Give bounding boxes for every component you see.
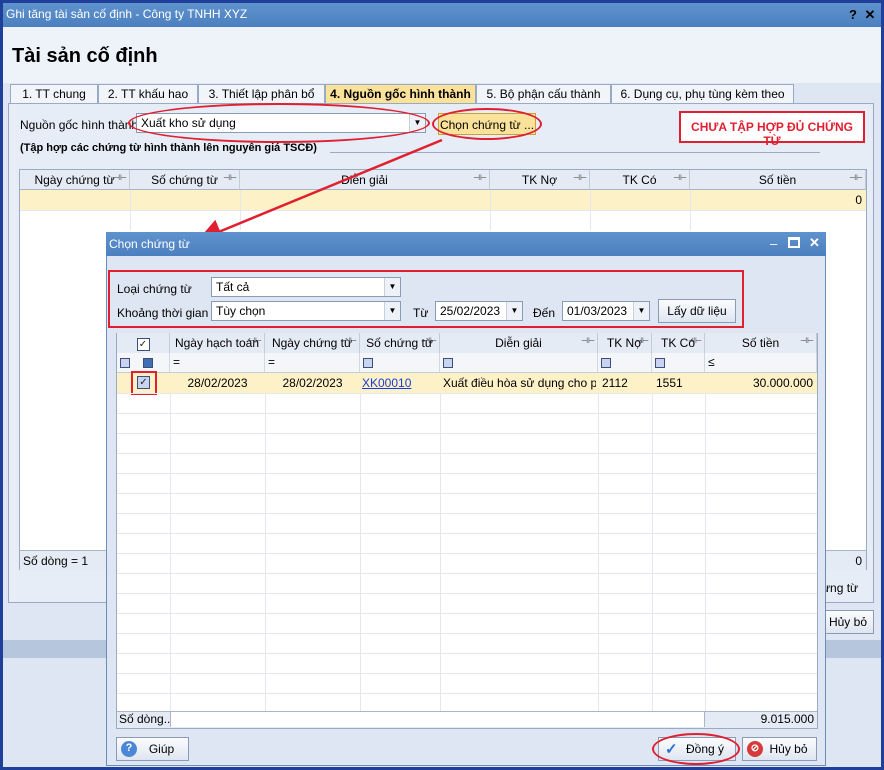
help-circle-icon: ? <box>121 741 137 757</box>
grid-line <box>265 393 266 711</box>
column-header[interactable]: Số chứng từ ⊣⊢ <box>360 333 440 354</box>
posting-date-cell: 28/02/2023 <box>187 376 248 390</box>
select-all-header[interactable]: ✓ <box>117 333 170 354</box>
filter-cell[interactable] <box>117 353 170 373</box>
filter-cell[interactable] <box>598 353 652 373</box>
doc-number-link[interactable]: XK00010 <box>362 373 438 393</box>
filter-cell[interactable] <box>440 353 598 373</box>
column-header[interactable]: TK Nợ ⊣⊢ <box>598 333 652 354</box>
filter-cell[interactable]: = <box>170 353 265 373</box>
help-button[interactable]: ? Giúp <box>116 737 189 761</box>
column-header[interactable]: Số tiền ⊣⊢ <box>705 333 817 354</box>
doc-date-cell: 28/02/2023 <box>282 376 343 390</box>
column-header[interactable]: TK Có ⊣⊢ <box>652 333 705 354</box>
minimize-icon[interactable]: – <box>770 236 777 251</box>
grid-line <box>705 393 706 711</box>
filter-cell[interactable] <box>360 353 440 373</box>
grid-line <box>117 613 817 614</box>
grid-line <box>440 393 441 711</box>
grid-line <box>117 573 817 574</box>
filter-cell[interactable] <box>652 353 705 373</box>
grid-line <box>117 553 817 554</box>
debit-account-cell: 2112 <box>602 376 628 390</box>
grid-line <box>170 393 171 711</box>
annotation-box-checkbox <box>131 371 157 395</box>
filter-cell[interactable]: = <box>265 353 360 373</box>
grid-line <box>117 393 817 394</box>
credit-account-cell: 1551 <box>656 376 683 390</box>
grid-line <box>117 653 817 654</box>
grid-line <box>117 593 817 594</box>
cancel-button[interactable]: ⊘ Hủy bỏ <box>742 737 817 761</box>
column-header[interactable]: Ngày hạch toán ⊣⊢ <box>170 333 265 354</box>
grid-line <box>117 633 817 634</box>
description-cell: Xuất điều hòa sử dụng cho p... <box>443 376 596 390</box>
grid-line <box>117 533 817 534</box>
amount-cell: 30.000.000 <box>752 376 813 390</box>
maximize-icon[interactable] <box>788 237 800 248</box>
cancel-icon: ⊘ <box>747 741 763 757</box>
grid-line <box>117 513 817 514</box>
dialog-title: Chọn chứng từ <box>106 232 826 256</box>
dialog-row-count: Số dòng... <box>119 712 174 726</box>
grid-line <box>117 413 817 414</box>
dialog-close-icon[interactable]: ✕ <box>809 235 820 251</box>
filter-cell[interactable]: ≤ <box>705 353 817 373</box>
grid-line <box>117 433 817 434</box>
grid-line <box>117 693 817 694</box>
footer-spacer <box>170 712 705 727</box>
annotation-box-filters <box>108 270 744 328</box>
grid-line <box>117 673 817 674</box>
column-header[interactable]: Diễn giải ⊣⊢ <box>440 333 598 354</box>
annotation-oval-ok <box>652 733 740 765</box>
grid-line <box>360 393 361 711</box>
column-header[interactable]: Ngày chứng từ ⊣⊢ <box>265 333 360 354</box>
grid-line <box>117 473 817 474</box>
grid-line <box>652 393 653 711</box>
dialog-total: 9.015.000 <box>760 712 814 726</box>
grid-line <box>117 493 817 494</box>
grid-line <box>598 393 599 711</box>
grid-line <box>117 453 817 454</box>
